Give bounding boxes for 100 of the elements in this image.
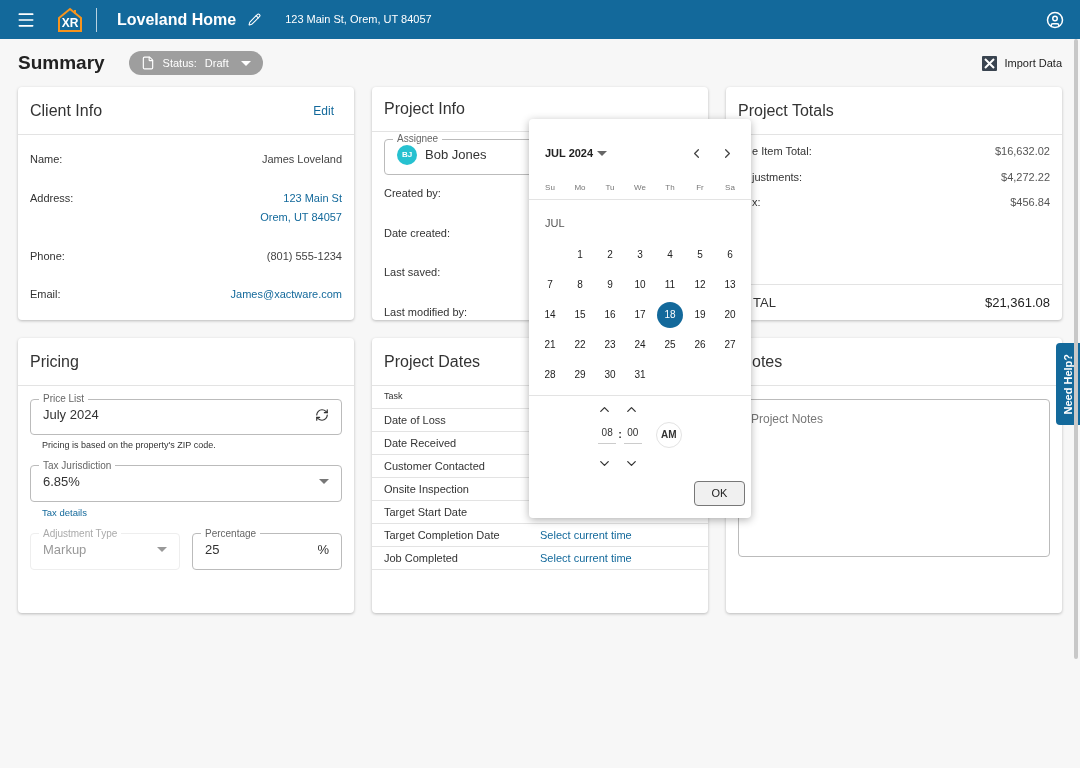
field-value: (801) 555-1234 — [266, 248, 342, 264]
input-field[interactable]: Tax Jurisdiction 6.85% — [30, 458, 342, 502]
field-label: Last modified by: — [384, 304, 468, 320]
field-label: Last saved: — [384, 265, 441, 280]
calendar-day[interactable]: 19 — [687, 301, 713, 328]
calendar-day[interactable]: 6 — [717, 241, 743, 268]
field-label: Name: — [30, 152, 63, 167]
calendar-day[interactable]: 23 — [597, 331, 623, 358]
calendar-day[interactable]: 5 — [687, 241, 713, 268]
select-time-link[interactable]: Select current time — [540, 526, 632, 544]
card-title: Project Totals — [738, 100, 834, 121]
input-field[interactable]: Price List July 2024 — [30, 392, 342, 435]
caret-icon — [597, 150, 608, 156]
calendar-day[interactable]: 25 — [657, 331, 683, 358]
task-name: Onsite Inspection — [384, 481, 470, 497]
total-value: $456.84 — [1010, 195, 1050, 210]
calendar-day[interactable]: 22 — [567, 331, 593, 358]
minute-field[interactable]: 00 — [623, 425, 642, 444]
calendar-day[interactable]: 16 — [597, 301, 623, 328]
project-name: Loveland Home — [117, 9, 237, 30]
total-value: $4,272.22 — [1001, 169, 1050, 185]
calendar-day[interactable]: 18 — [657, 301, 683, 328]
field-label: Address: — [30, 190, 74, 206]
month-section-label: JUL — [545, 216, 566, 231]
calendar-day[interactable]: 17 — [627, 301, 653, 328]
time-separator: : — [618, 427, 622, 443]
tax-details-link[interactable]: Tax details — [42, 505, 87, 520]
select-time-link[interactable]: Select current time — [540, 549, 632, 567]
calendar-day[interactable]: 4 — [657, 241, 683, 268]
calendar-day[interactable]: 15 — [567, 301, 593, 328]
adjustment-value: Markup — [43, 541, 87, 559]
calendar-day[interactable]: 8 — [567, 271, 593, 298]
weekday-label: Th — [664, 182, 676, 194]
month-selector[interactable]: JUL 2024 — [545, 144, 608, 162]
weekday-label: Su — [544, 182, 556, 194]
percent-unit: % — [317, 541, 329, 559]
input-field[interactable]: Percentage 25 % — [192, 526, 342, 570]
house-logo-icon — [56, 6, 84, 33]
field-label: Percentage — [204, 526, 258, 541]
caret-icon — [319, 479, 329, 484]
task-name: Target Completion Date — [384, 527, 501, 543]
field-label: Price List — [42, 392, 86, 406]
edit-icon[interactable] — [248, 13, 262, 26]
task-name: Customer Contacted — [384, 458, 486, 474]
total-label: e Item Total: — [752, 144, 812, 159]
calendar-day[interactable]: 9 — [597, 271, 623, 298]
calendar-day[interactable]: 20 — [717, 301, 743, 328]
logo-text: XR — [61, 14, 79, 31]
notes-field[interactable]: Project Notes — [738, 399, 1050, 557]
field-label: Date created: — [384, 225, 451, 241]
weekday-label: Sa — [724, 182, 736, 194]
calendar-day[interactable]: 29 — [567, 361, 593, 388]
calendar-day[interactable]: 14 — [537, 301, 563, 328]
field-label: Adjustment Type — [42, 526, 119, 541]
field-value: James Loveland — [261, 152, 342, 167]
assignee-avatar: BJ — [397, 145, 417, 165]
total-label: justments: — [752, 169, 803, 185]
grand-total-value: $21,361.08 — [984, 293, 1050, 312]
task-name: Date of Loss — [384, 412, 447, 428]
field-label: Phone: — [30, 248, 65, 264]
contact-link[interactable]: Orem, UT 84057 — [260, 209, 342, 226]
calendar-day[interactable]: 12 — [687, 271, 713, 298]
calendar-day[interactable]: 31 — [627, 361, 653, 388]
helper-text: Pricing is based on the property's ZIP code. — [42, 439, 217, 452]
calendar-day[interactable]: 13 — [717, 271, 743, 298]
calendar-day[interactable]: 10 — [627, 271, 653, 298]
page-title: Summary — [18, 50, 105, 75]
x-logo-icon — [981, 55, 997, 71]
calendar-day[interactable]: 11 — [657, 271, 683, 298]
field-label: Tax Jurisdiction — [42, 458, 113, 473]
weekday-label: Mo — [573, 182, 587, 194]
card-title: Client Info — [30, 100, 103, 121]
calendar-day[interactable]: 28 — [537, 361, 563, 388]
hour-field[interactable]: 08 — [598, 425, 617, 444]
calendar-day[interactable]: 2 — [597, 241, 623, 268]
calendar-day[interactable]: 1 — [567, 241, 593, 268]
calendar-day[interactable]: 30 — [597, 361, 623, 388]
refresh-icon[interactable] — [315, 408, 329, 422]
contact-link[interactable]: James@xactware.com — [230, 286, 342, 303]
card-title: otes — [752, 351, 783, 372]
ok-button[interactable]: OK — [694, 480, 745, 506]
total-label: TAL — [753, 293, 776, 312]
project-address: 123 Main St, Orem, UT 84057 — [285, 12, 432, 28]
contact-link[interactable]: 123 Main St — [283, 189, 342, 206]
tax-value: 6.85% — [43, 472, 80, 491]
calendar-day[interactable]: 7 — [537, 271, 563, 298]
weekday-label: Fr — [695, 182, 705, 194]
calendar-day[interactable]: 26 — [687, 331, 713, 358]
field-label: Created by: — [384, 186, 441, 201]
calendar-day[interactable]: 24 — [627, 331, 653, 358]
calendar-day[interactable]: 3 — [627, 241, 653, 268]
percentage-value: 25 — [205, 541, 220, 559]
field-label: Email: — [30, 287, 61, 302]
calendar-day[interactable]: 27 — [717, 331, 743, 358]
card-title: Project Dates — [384, 351, 481, 372]
card-title: Project Info — [384, 99, 465, 119]
calendar-day[interactable]: 21 — [537, 331, 563, 358]
account-icon[interactable] — [1046, 10, 1064, 29]
edit-link[interactable]: Edit — [313, 101, 334, 120]
import-data-button[interactable]: Import Data — [981, 54, 1062, 72]
